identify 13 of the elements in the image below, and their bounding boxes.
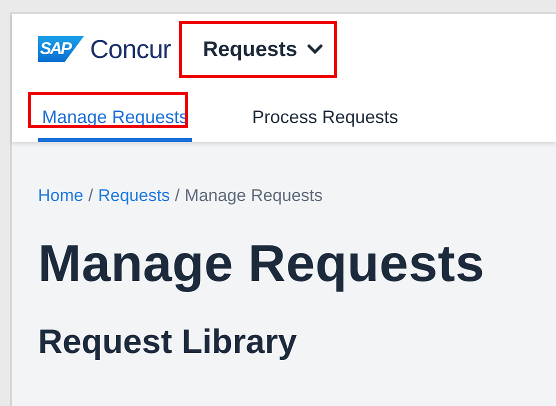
brand-name: Concur — [90, 36, 171, 62]
nav-tab[interactable]: Process Requests — [248, 98, 402, 142]
requests-menu-button[interactable]: Requests — [198, 34, 328, 64]
breadcrumb-link[interactable]: Requests — [98, 186, 170, 206]
nav-tab[interactable]: Manage Requests — [38, 98, 192, 142]
chevron-down-icon — [307, 44, 324, 54]
breadcrumb-link[interactable]: Home — [38, 186, 84, 206]
page-title: Manage Requests — [38, 236, 486, 294]
breadcrumb-separator: / — [174, 186, 180, 206]
logo-mark: SAP — [38, 36, 84, 62]
breadcrumb-separator: / — [88, 186, 94, 206]
breadcrumb-current: Manage Requests — [184, 186, 323, 206]
section-title: Request Library — [38, 324, 298, 361]
